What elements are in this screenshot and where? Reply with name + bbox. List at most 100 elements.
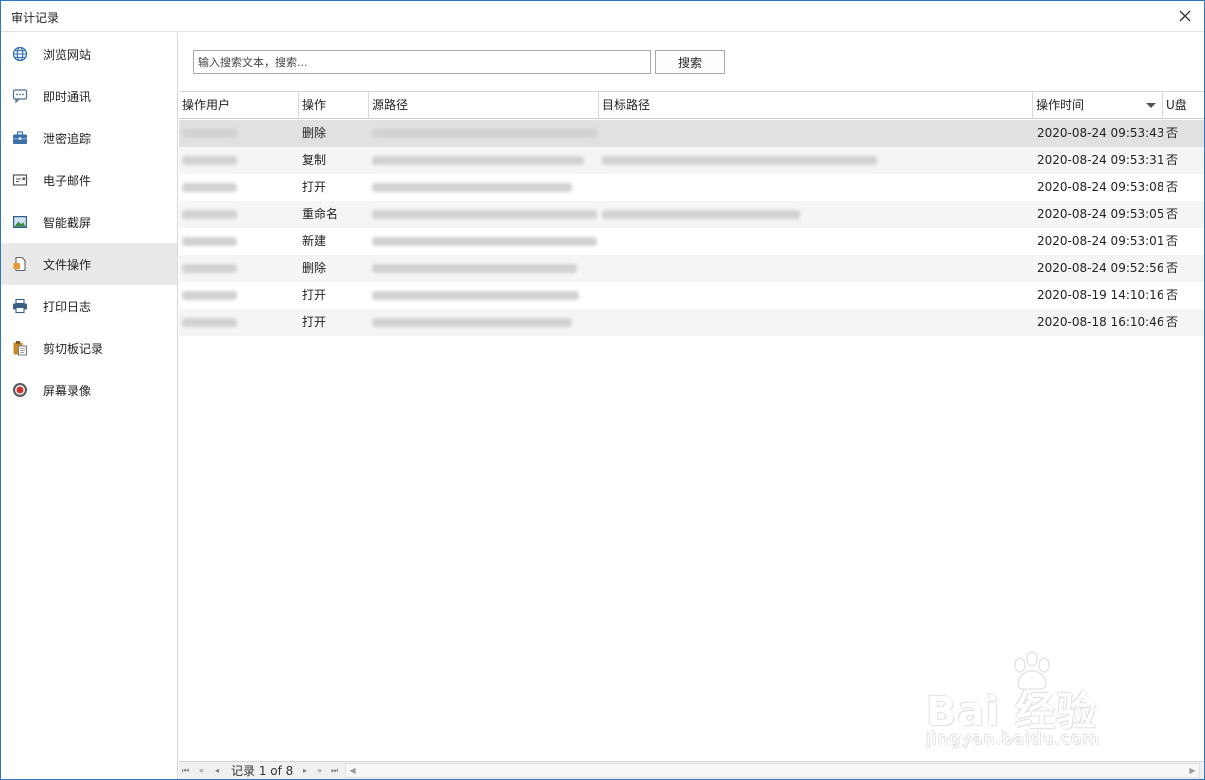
cell-source-path <box>369 282 599 309</box>
sidebar: 浏览网站 即时通讯 泄密追踪 电子邮件 智能截屏 文件操作 打印日志 剪切板记录… <box>1 33 178 779</box>
cell-usb: 否 <box>1166 207 1179 221</box>
table-row[interactable]: 重命名 2020-08-24 09:53:05 否 <box>179 201 1204 228</box>
globe-icon <box>11 45 29 63</box>
window-title: 审计记录 <box>11 11 60 25</box>
cell-user <box>179 120 299 147</box>
redacted-text <box>182 210 237 219</box>
cell-target-path <box>599 255 1033 282</box>
next-record-button[interactable]: ▸ <box>303 765 307 777</box>
cell-operation: 打开 <box>302 180 327 194</box>
cell-user <box>179 255 299 282</box>
scroll-right-icon[interactable]: ▶ <box>1186 764 1199 777</box>
sidebar-item-label: 智能截屏 <box>43 216 92 230</box>
cell-source-path <box>369 174 599 201</box>
table-row[interactable]: 新建 2020-08-24 09:53:01 否 <box>179 228 1204 255</box>
redacted-text <box>372 291 579 300</box>
close-button[interactable] <box>1172 4 1198 28</box>
table-row[interactable]: 删除 2020-08-24 09:52:56 否 <box>179 255 1204 282</box>
email-icon <box>11 171 29 189</box>
cell-usb: 否 <box>1166 234 1179 248</box>
cell-user <box>179 309 299 336</box>
record-icon <box>11 381 29 399</box>
redacted-text <box>182 183 237 192</box>
printer-icon <box>11 297 29 315</box>
file-icon <box>11 255 29 273</box>
cell-target-path <box>599 174 1033 201</box>
sidebar-item-label: 泄密追踪 <box>43 132 92 146</box>
last-record-button[interactable]: ⏭ <box>331 765 338 777</box>
redacted-text <box>372 129 597 138</box>
column-header-time[interactable]: 操作时间 <box>1033 92 1163 119</box>
prev-record-button[interactable]: ◂ <box>215 765 219 777</box>
cell-operation: 删除 <box>302 126 327 140</box>
horizontal-scrollbar[interactable]: ◀ ▶ <box>345 763 1200 778</box>
cell-target-path <box>599 309 1033 336</box>
column-header-source-path[interactable]: 源路径 <box>369 92 599 119</box>
cell-usb: 否 <box>1166 315 1179 329</box>
cell-time: 2020-08-24 09:52:56 <box>1037 261 1163 275</box>
table-row[interactable]: 打开 2020-08-19 14:10:16 否 <box>179 282 1204 309</box>
sidebar-item-label: 浏览网站 <box>43 48 92 62</box>
sidebar-item-leak-tracking[interactable]: 泄密追踪 <box>1 117 177 159</box>
cell-user <box>179 147 299 174</box>
next-page-button[interactable]: » <box>317 765 322 777</box>
sidebar-item-smart-screenshot[interactable]: 智能截屏 <box>1 201 177 243</box>
sidebar-item-clipboard[interactable]: 剪切板记录 <box>1 327 177 369</box>
redacted-text <box>182 318 237 327</box>
sidebar-item-screen-record[interactable]: 屏幕录像 <box>1 369 177 411</box>
cell-source-path <box>369 120 599 147</box>
cell-operation: 新建 <box>302 234 327 248</box>
cell-operation: 复制 <box>302 153 327 167</box>
sidebar-item-file-ops[interactable]: 文件操作 <box>1 243 177 285</box>
column-header-user[interactable]: 操作用户 <box>179 92 299 119</box>
table-row[interactable]: 打开 2020-08-18 16:10:46 否 <box>179 309 1204 336</box>
search-button[interactable]: 搜索 <box>655 50 725 74</box>
sidebar-item-label: 文件操作 <box>43 258 92 272</box>
sidebar-item-email[interactable]: 电子邮件 <box>1 159 177 201</box>
cell-user <box>179 282 299 309</box>
table-row[interactable]: 复制 2020-08-24 09:53:31 否 <box>179 147 1204 174</box>
sidebar-item-browse-web[interactable]: 浏览网站 <box>1 33 177 75</box>
cell-target-path <box>599 147 1033 174</box>
cell-operation: 打开 <box>302 315 327 329</box>
cell-target-path <box>599 201 1033 228</box>
sidebar-item-print-log[interactable]: 打印日志 <box>1 285 177 327</box>
sort-desc-icon <box>1146 103 1156 108</box>
first-record-button[interactable]: ⏮ <box>182 765 189 777</box>
cell-usb: 否 <box>1166 126 1179 140</box>
redacted-text <box>372 210 597 219</box>
cell-target-path <box>599 120 1033 147</box>
column-header-target-path[interactable]: 目标路径 <box>599 92 1033 119</box>
redacted-text <box>372 183 572 192</box>
search-input[interactable] <box>193 50 651 74</box>
sidebar-item-im[interactable]: 即时通讯 <box>1 75 177 117</box>
scroll-left-icon[interactable]: ◀ <box>346 764 359 777</box>
redacted-text <box>602 210 800 219</box>
table-row[interactable]: 打开 2020-08-24 09:53:08 否 <box>179 174 1204 201</box>
column-header-time-label: 操作时间 <box>1036 98 1085 112</box>
redacted-text <box>182 264 237 273</box>
baidu-jingyan-watermark: Bai 经验 jingyan.baidu.com <box>926 651 1156 761</box>
sidebar-item-label: 剪切板记录 <box>43 342 104 356</box>
cell-usb: 否 <box>1166 261 1179 275</box>
column-header-operation[interactable]: 操作 <box>299 92 369 119</box>
prev-page-button[interactable]: « <box>199 765 204 777</box>
cell-source-path <box>369 201 599 228</box>
title-bar: 审计记录 <box>1 1 1204 32</box>
cell-target-path <box>599 282 1033 309</box>
sidebar-item-label: 打印日志 <box>43 300 92 314</box>
cell-time: 2020-08-24 09:53:01 <box>1037 234 1163 248</box>
cell-time: 2020-08-24 09:53:31 <box>1037 153 1163 167</box>
chat-icon <box>11 87 29 105</box>
cell-usb: 否 <box>1166 288 1179 302</box>
redacted-text <box>602 156 877 165</box>
screenshot-icon <box>11 213 29 231</box>
cell-target-path <box>599 228 1033 255</box>
sidebar-item-label: 屏幕录像 <box>43 384 92 398</box>
redacted-text <box>182 291 237 300</box>
column-header-usb[interactable]: U盘 <box>1163 92 1204 119</box>
cell-time: 2020-08-24 09:53:43 <box>1037 126 1163 140</box>
briefcase-icon <box>11 129 29 147</box>
redacted-text <box>182 237 237 246</box>
table-row[interactable]: 删除 2020-08-24 09:53:43 否 <box>179 120 1204 147</box>
